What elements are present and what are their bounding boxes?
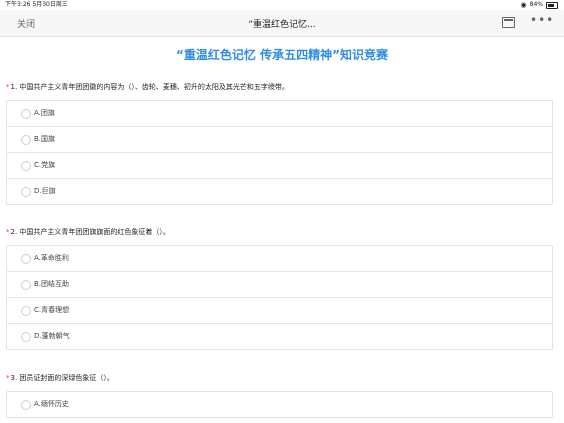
required-mark: * (6, 83, 10, 91)
tabs-icon[interactable] (502, 17, 515, 28)
option-label: C.党旗 (34, 161, 56, 169)
option-list: A.团旗 B.国旗 C.党旗 D.巨旗 (6, 100, 553, 205)
option-label: B.国旗 (34, 135, 56, 143)
radio-icon[interactable] (21, 161, 31, 171)
radio-icon[interactable] (21, 332, 31, 342)
option-label: D.蓬勃朝气 (34, 332, 70, 340)
radio-icon[interactable] (21, 400, 31, 410)
radio-icon[interactable] (21, 280, 31, 290)
option-d[interactable]: D.蓬勃朝气 (7, 324, 552, 349)
page-title: “重温红色记忆 传承五四精神”知识竞赛 (176, 48, 388, 62)
question-text: 中国共产主义青年团团旗旗面的红色象征着（）。 (19, 228, 170, 236)
option-a[interactable]: A.革命胜利 (7, 246, 552, 272)
option-b[interactable]: B.国旗 (7, 127, 552, 153)
option-a[interactable]: A.团旗 (7, 101, 552, 127)
question-header: *3. 团员证封面的深绿色象征（）。 (6, 373, 114, 383)
required-mark: * (6, 374, 10, 382)
radio-icon[interactable] (21, 306, 31, 316)
question-number: 3. (10, 374, 18, 382)
more-icon[interactable]: ••• (530, 13, 554, 27)
radio-icon[interactable] (21, 135, 31, 145)
question-header: *1. 中国共产主义青年团团徽的内容为（）、齿轮、麦穗、初升的太阳及其光芒和五字… (6, 82, 289, 92)
status-bar: 下午3:26 5月30日周三 ◉ 84% (0, 0, 564, 10)
option-label: D.巨旗 (34, 187, 56, 195)
radio-icon[interactable] (21, 254, 31, 264)
question-number: 2. (10, 228, 18, 236)
option-c[interactable]: C.党旗 (7, 153, 552, 179)
question-text: 中国共产主义青年团团徽的内容为（）、齿轮、麦穗、初升的太阳及其光芒和五字绶带。 (19, 83, 289, 91)
option-list: A.革命胜利 B.团结互助 C.青春理想 D.蓬勃朝气 (6, 245, 553, 350)
radio-icon[interactable] (21, 187, 31, 197)
question-header: *2. 中国共产主义青年团团旗旗面的红色象征着（）。 (6, 227, 170, 237)
option-list: A.缅怀历史 (6, 391, 553, 418)
status-right: ◉ 84% (521, 0, 558, 10)
option-label: C.青春理想 (34, 306, 70, 314)
status-time-date: 下午3:26 5月30日周三 (5, 0, 68, 10)
option-label: A.团旗 (34, 109, 55, 117)
wifi-icon: ◉ (520, 1, 527, 9)
radio-icon[interactable] (21, 109, 31, 119)
option-label: A.革命胜利 (34, 254, 69, 262)
option-b[interactable]: B.团结互助 (7, 272, 552, 298)
nav-bar: 关闭 “重温红色记忆... ••• (0, 10, 564, 37)
option-label: A.缅怀历史 (34, 400, 69, 408)
battery-icon (546, 1, 558, 9)
option-d[interactable]: D.巨旗 (7, 179, 552, 204)
question-number: 1. (10, 83, 18, 91)
nav-title: “重温红色记忆... (248, 20, 316, 30)
option-c[interactable]: C.青春理想 (7, 298, 552, 324)
question-text: 团员证封面的深绿色象征（）。 (19, 374, 114, 382)
option-label: B.团结互助 (34, 280, 70, 288)
battery-percent: 84% (529, 1, 543, 8)
option-a[interactable]: A.缅怀历史 (7, 392, 552, 417)
status-time: 下午3:26 (5, 1, 31, 8)
required-mark: * (6, 228, 10, 236)
status-date: 5月30日周三 (32, 1, 68, 8)
